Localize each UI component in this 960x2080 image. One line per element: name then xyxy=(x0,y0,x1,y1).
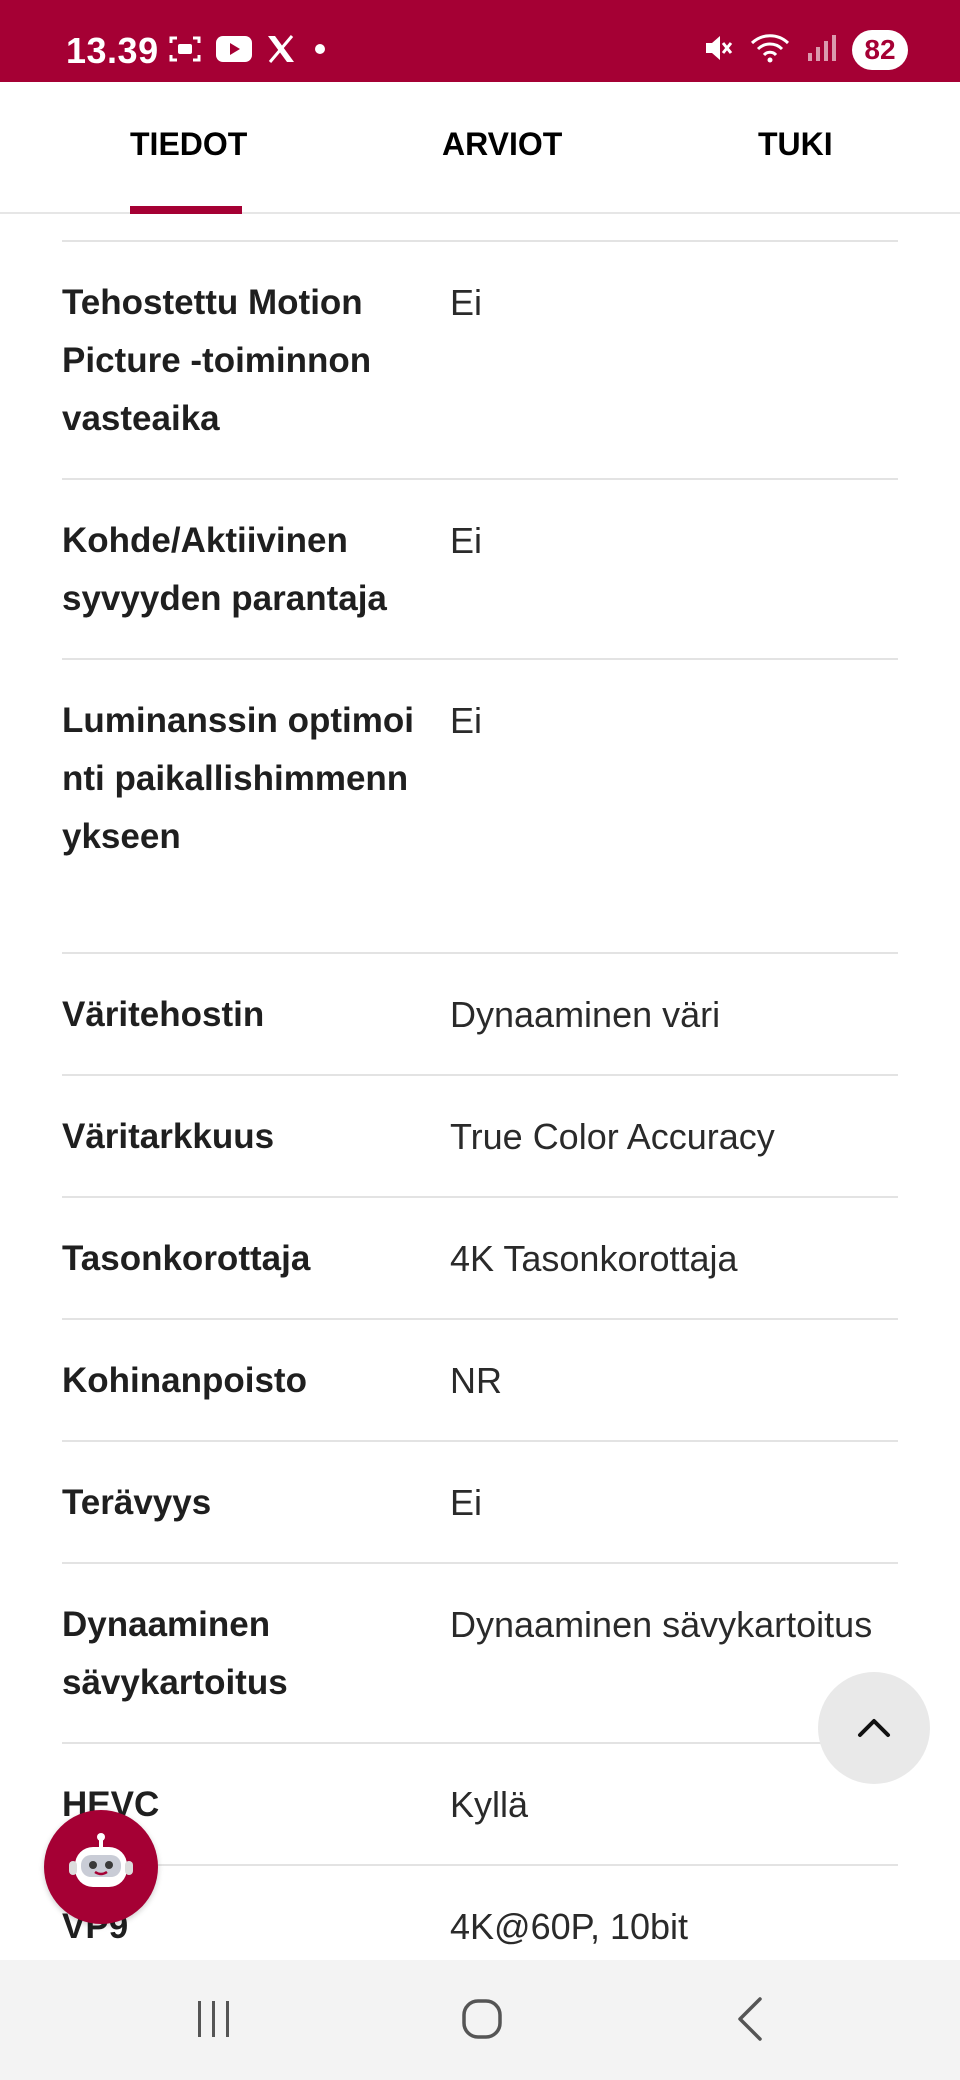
system-nav-bar xyxy=(0,1960,960,2080)
spec-row: Dynaaminen sävykartoitus Dynaaminen sävy… xyxy=(62,1562,898,1742)
spec-row: HEVC Kyllä xyxy=(62,1742,898,1864)
tab-tuki[interactable]: TUKI xyxy=(758,126,833,163)
spec-row: Tasonkorottaja 4K Tasonkorottaja xyxy=(62,1196,898,1318)
tab-tiedot[interactable]: TIEDOT xyxy=(130,126,247,163)
wifi-icon xyxy=(750,33,790,68)
spec-value: 4K@60P, 10bit xyxy=(450,1906,689,1947)
spec-row: Väritehostin Dynaaminen väri xyxy=(62,952,898,1074)
battery-indicator: 82 xyxy=(852,30,908,70)
spec-label: Kohde/Aktiivinen syvyyden parantaja xyxy=(62,521,387,618)
spec-value: Kyllä xyxy=(450,1784,529,1825)
spec-label: Dynaaminen sävykartoitus xyxy=(62,1605,288,1702)
chevron-up-icon xyxy=(854,1713,894,1744)
spec-row: Kohde/Aktiivinen syvyyden parantaja Ei xyxy=(62,478,898,658)
spec-value: Dynaaminen sävykartoitus xyxy=(450,1604,873,1645)
spec-value: Dynaaminen väri xyxy=(450,994,721,1035)
spec-row: Luminanssin optimointi paikallishimmenny… xyxy=(62,658,898,952)
spec-value: NR xyxy=(450,1360,502,1401)
spec-row: Tehostettu Motion Picture -toiminnon vas… xyxy=(62,240,898,478)
dot-icon xyxy=(310,39,330,64)
screenshot-icon xyxy=(168,34,202,69)
spec-value: Ei xyxy=(450,282,483,323)
spec-value: Ei xyxy=(450,520,483,561)
system-icons: 82 xyxy=(702,30,908,70)
scroll-to-top-button[interactable] xyxy=(818,1672,930,1784)
spec-label: Terävyys xyxy=(62,1483,212,1522)
youtube-icon xyxy=(216,36,252,67)
home-button[interactable] xyxy=(452,1994,512,2048)
spec-row: VP9 4K@60P, 10bit xyxy=(62,1864,898,1960)
spec-label: Väritehostin xyxy=(62,995,265,1034)
x-icon xyxy=(266,35,296,68)
spec-value: 4K Tasonkorottaja xyxy=(450,1238,738,1279)
tab-bar: TIEDOT ARVIOT TUKI xyxy=(0,82,960,214)
robot-icon xyxy=(61,1825,141,1910)
back-button[interactable] xyxy=(720,1994,780,2048)
home-icon xyxy=(458,1995,506,2048)
back-icon xyxy=(730,1995,770,2048)
status-time: 13.39 xyxy=(66,30,159,71)
spec-label: Väritarkkuus xyxy=(62,1117,275,1156)
active-tab-indicator xyxy=(130,206,242,214)
mute-icon xyxy=(702,33,734,68)
spec-value: Ei xyxy=(450,1482,483,1523)
tab-arviot[interactable]: ARVIOT xyxy=(442,126,562,163)
spec-value: True Color Accuracy xyxy=(450,1116,775,1157)
spec-value: Ei xyxy=(450,700,483,741)
recent-apps-icon xyxy=(192,1997,236,2046)
spec-label: Tasonkorottaja xyxy=(62,1239,311,1278)
status-bar: 13.39 82 xyxy=(0,0,960,82)
spec-label: Tehostettu Motion Picture -toiminnon vas… xyxy=(62,283,372,438)
spec-row: Väritarkkuus True Color Accuracy xyxy=(62,1074,898,1196)
recent-apps-button[interactable] xyxy=(184,1994,244,2048)
signal-icon xyxy=(806,33,836,68)
spec-row: Kohinanpoisto NR xyxy=(62,1318,898,1440)
spec-row: Terävyys Ei xyxy=(62,1440,898,1562)
spec-label: Luminanssin optimointi paikallishimmenny… xyxy=(62,701,414,856)
notification-icons xyxy=(168,34,330,69)
chatbot-button[interactable] xyxy=(44,1810,158,1924)
spec-label: Kohinanpoisto xyxy=(62,1361,307,1400)
